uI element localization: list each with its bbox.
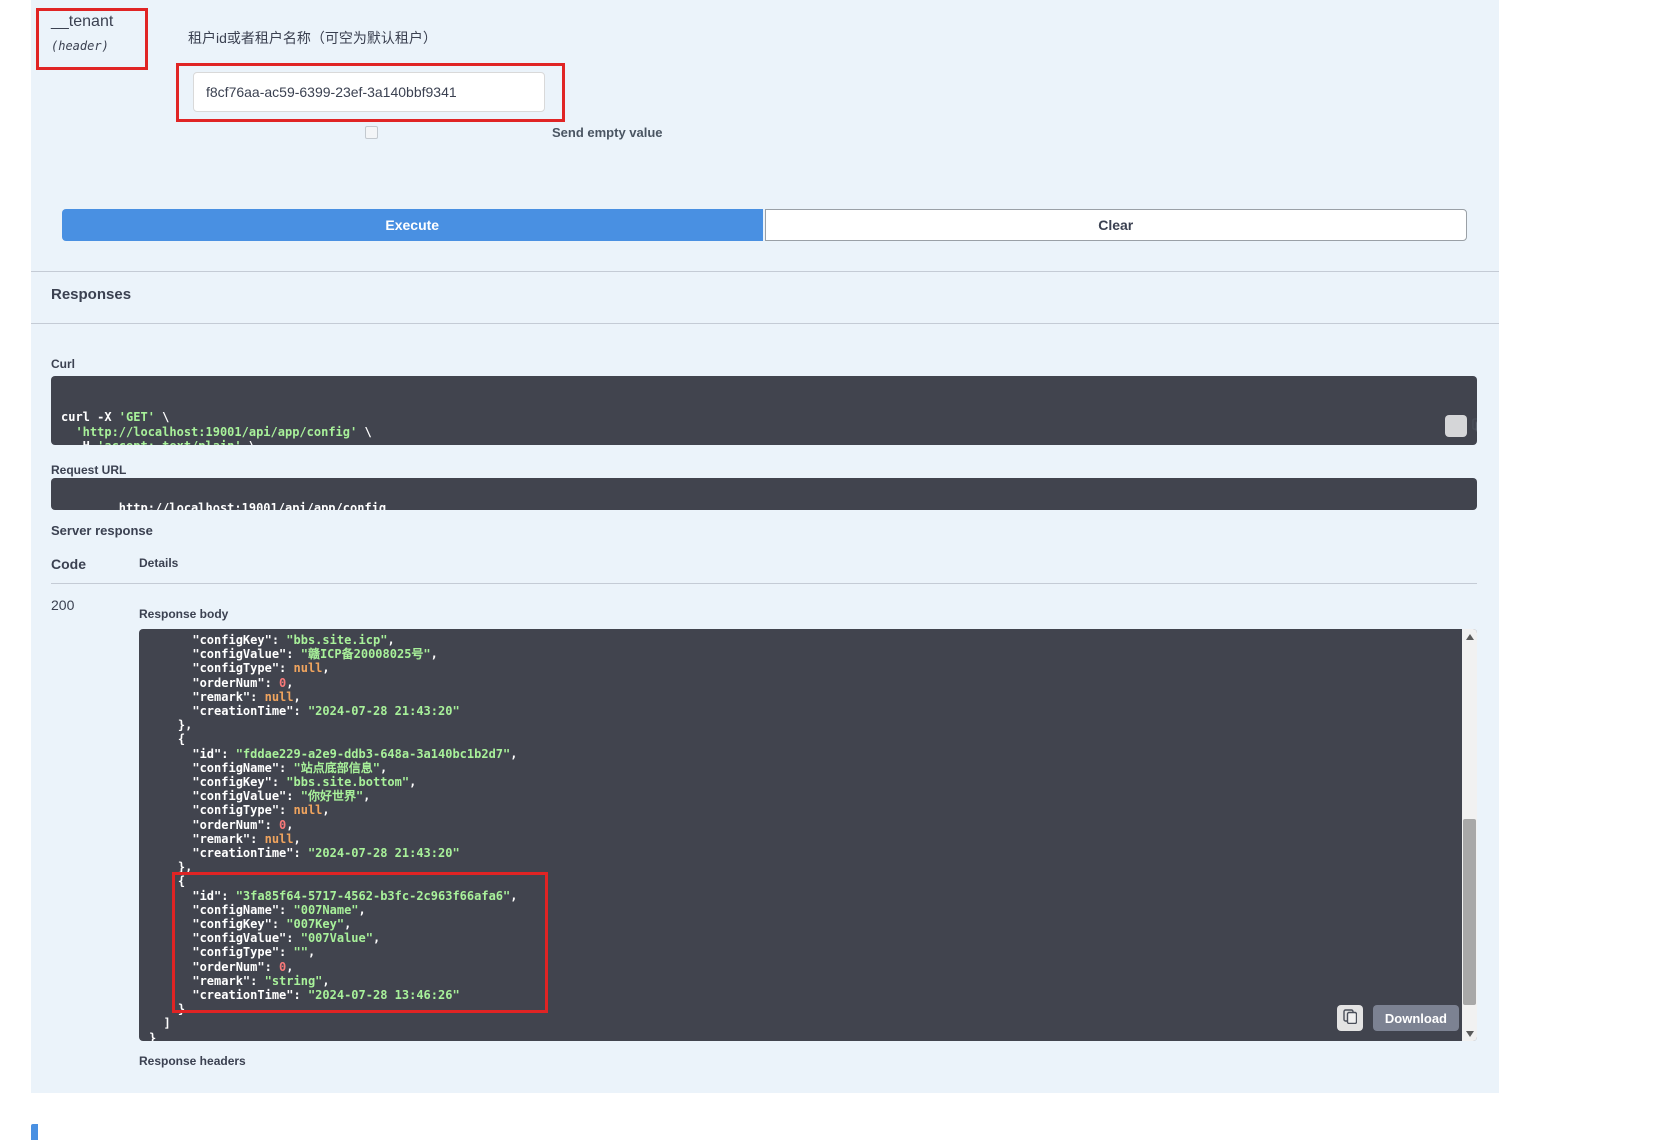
request-url-block: http://localhost:19001/api/app/config xyxy=(51,478,1477,510)
server-response-label: Server response xyxy=(51,523,1477,538)
execute-button[interactable]: Execute xyxy=(62,209,763,241)
parameter-description: 租户id或者租户名称（可空为默认租户） xyxy=(188,29,1479,48)
clipboard-icon xyxy=(1427,403,1477,446)
response-headers-label: Response headers xyxy=(139,1054,1477,1068)
parameter-name-cell: __tenant (header) xyxy=(51,10,176,140)
send-empty-value-checkbox[interactable] xyxy=(365,126,378,139)
request-url-label: Request URL xyxy=(51,463,1477,477)
download-button[interactable]: Download xyxy=(1373,1005,1459,1031)
responses-section-body: Curl curl -X 'GET' \ 'http://localhost:1… xyxy=(31,357,1499,1068)
copy-response-button[interactable] xyxy=(1337,1005,1363,1031)
send-empty-value-row: Send empty value xyxy=(193,124,1479,140)
arrow-down-icon[interactable] xyxy=(1462,1026,1477,1041)
next-opblock-edge xyxy=(31,1124,38,1140)
clear-button[interactable]: Clear xyxy=(765,209,1468,241)
parameter-row-tenant: __tenant (header) 租户id或者租户名称（可空为默认租户） Se… xyxy=(31,0,1499,140)
status-code: 200 xyxy=(51,597,139,1068)
copy-curl-button[interactable] xyxy=(1445,415,1467,437)
scrollbar-thumb[interactable] xyxy=(1463,819,1476,1005)
request-url-value: http://localhost:19001/api/app/config xyxy=(119,501,386,510)
responses-section-header: Responses xyxy=(31,271,1499,324)
response-row-200: 200 Response body "configKey": "bbs.site… xyxy=(51,584,1477,1068)
response-details-cell: Response body "configKey": "bbs.site.icp… xyxy=(139,597,1477,1068)
curl-label: Curl xyxy=(51,357,1477,371)
get-operation-panel: __tenant (header) 租户id或者租户名称（可空为默认租户） Se… xyxy=(31,0,1499,1093)
tenant-value-input[interactable] xyxy=(193,72,545,112)
curl-code-block: curl -X 'GET' \ 'http://localhost:19001/… xyxy=(51,376,1477,445)
response-body-scrollbar[interactable] xyxy=(1462,629,1477,1041)
parameter-input-wrap xyxy=(193,72,545,112)
response-body-actions: Download xyxy=(1337,1005,1459,1031)
response-body-block: "configKey": "bbs.site.icp", "configValu… xyxy=(139,629,1477,1041)
send-empty-value-label: Send empty value xyxy=(552,125,663,140)
execute-row: Execute Clear xyxy=(62,209,1467,241)
response-body-code: "configKey": "bbs.site.icp", "configValu… xyxy=(139,629,1477,1041)
code-column-header: Code xyxy=(51,556,139,572)
arrow-up-icon[interactable] xyxy=(1462,629,1477,644)
response-body-label: Response body xyxy=(139,607,1477,621)
clipboard-icon xyxy=(1343,1009,1357,1027)
details-column-header: Details xyxy=(139,556,178,572)
parameter-name: __tenant xyxy=(51,10,176,31)
parameter-location: (header) xyxy=(51,39,176,53)
response-table-header: Code Details xyxy=(51,556,1477,584)
curl-code: curl -X 'GET' \ 'http://localhost:19001/… xyxy=(61,410,1467,445)
responses-title: Responses xyxy=(51,285,1479,305)
swagger-ui-page: __tenant (header) 租户id或者租户名称（可空为默认租户） Se… xyxy=(0,0,1667,1140)
parameter-value-cell: 租户id或者租户名称（可空为默认租户） Send empty value xyxy=(176,10,1479,140)
